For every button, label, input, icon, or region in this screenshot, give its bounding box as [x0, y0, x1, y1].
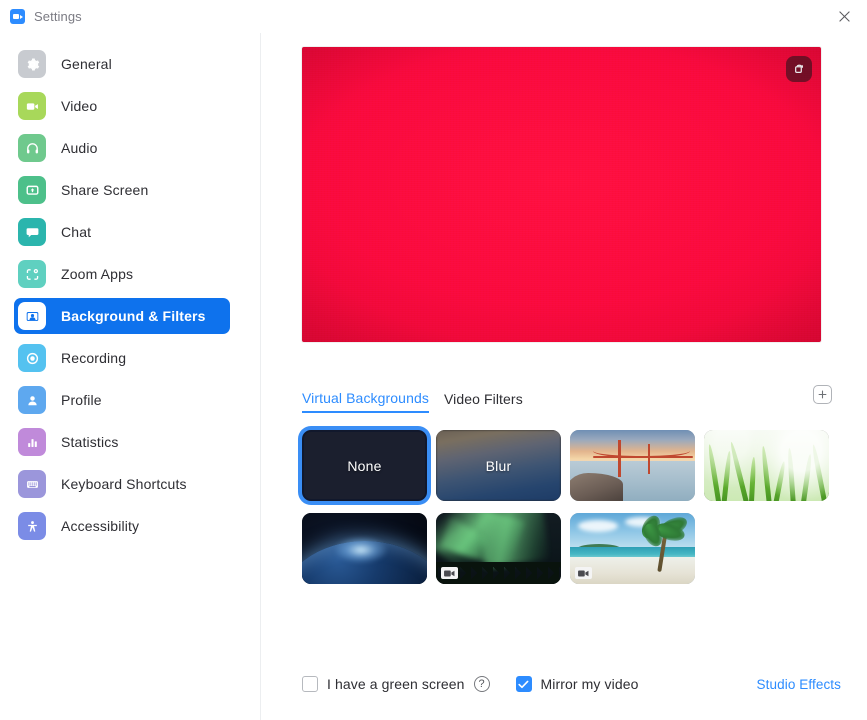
- mirror-video-option[interactable]: Mirror my video: [515, 676, 639, 692]
- preview-vignette: [302, 47, 821, 342]
- background-tabs: Virtual Backgrounds Video Filters: [302, 385, 832, 413]
- thumbnail-tile: [436, 513, 561, 584]
- video-camera-icon: [444, 569, 455, 577]
- mirror-video-label: Mirror my video: [540, 676, 639, 692]
- green-screen-checkbox[interactable]: [302, 676, 318, 692]
- sidebar-item-recording[interactable]: Recording: [14, 340, 230, 376]
- gear-icon: [18, 50, 46, 78]
- video-background-badge: [441, 567, 458, 579]
- tab-virtual-backgrounds[interactable]: Virtual Backgrounds: [302, 390, 429, 413]
- zoom-camera-icon: [10, 9, 25, 24]
- flip-rotate-icon: [795, 64, 804, 73]
- sidebar-item-label: Audio: [61, 140, 98, 156]
- sidebar-item-accessibility[interactable]: Accessibility: [14, 508, 230, 544]
- sidebar-item-video[interactable]: Video: [14, 88, 230, 124]
- video-preview: [302, 47, 821, 342]
- bar-chart-icon: [18, 428, 46, 456]
- add-background-button[interactable]: [813, 385, 832, 404]
- checkmark-icon: [518, 680, 529, 688]
- thumbnail-art-grass: [704, 430, 829, 501]
- sidebar-item-label: Zoom Apps: [61, 266, 134, 282]
- green-screen-label: I have a green screen: [327, 676, 465, 692]
- sidebar-item-label: General: [61, 56, 112, 72]
- zoom-apps-icon: [18, 260, 46, 288]
- thumbnail-art-bridge: [570, 430, 695, 501]
- sidebar-item-label: Recording: [61, 350, 127, 366]
- sidebar-item-zoom-apps[interactable]: Zoom Apps: [14, 256, 230, 292]
- tab-video-filters[interactable]: Video Filters: [444, 391, 523, 412]
- flip-rotate-button[interactable]: [786, 56, 812, 82]
- sidebar-item-profile[interactable]: Profile: [14, 382, 230, 418]
- background-thumbnail-none[interactable]: None: [298, 426, 431, 505]
- sidebar-item-label: Background & Filters: [61, 308, 206, 324]
- sidebar-item-general[interactable]: General: [14, 46, 230, 82]
- background-filters-panel: Virtual Backgrounds Video Filters None B…: [261, 33, 867, 720]
- sidebar-item-chat[interactable]: Chat: [14, 214, 230, 250]
- sidebar-item-keyboard-shortcuts[interactable]: Keyboard Shortcuts: [14, 466, 230, 502]
- window-titlebar: Settings: [0, 0, 867, 33]
- sidebar-item-label: Accessibility: [61, 518, 140, 534]
- sidebar-item-label: Statistics: [61, 434, 119, 450]
- thumbnail-tile: [570, 513, 695, 584]
- thumbnail-tile: [704, 430, 829, 501]
- background-thumbnail-aurora[interactable]: [432, 509, 565, 588]
- settings-body: General Video Audio Share Screen Chat Zo…: [0, 33, 867, 720]
- sidebar-item-background-and-filters[interactable]: Background & Filters: [14, 298, 230, 334]
- sidebar-item-label: Profile: [61, 392, 102, 408]
- question-mark-icon[interactable]: ?: [473, 676, 490, 692]
- background-thumbnail-grid: None Blur: [298, 426, 836, 588]
- background-options-bar: I have a green screen ? Mirror my video …: [302, 676, 841, 692]
- accessibility-icon: [18, 512, 46, 540]
- share-screen-icon: [18, 176, 46, 204]
- sidebar-item-share-screen[interactable]: Share Screen: [14, 172, 230, 208]
- headphones-icon: [18, 134, 46, 162]
- sidebar-item-audio[interactable]: Audio: [14, 130, 230, 166]
- thumbnail-tile: Blur: [436, 430, 561, 501]
- thumbnail-tile: [302, 513, 427, 584]
- window-title: Settings: [34, 9, 82, 24]
- thumbnail-tile: None: [302, 430, 427, 501]
- keyboard-icon: [18, 470, 46, 498]
- close-x-icon: [838, 11, 850, 22]
- background-thumbnail-golden-gate-bridge[interactable]: [566, 426, 699, 505]
- mirror-video-checkbox[interactable]: [515, 676, 532, 692]
- background-user-icon: [18, 302, 46, 330]
- sidebar-item-label: Chat: [61, 224, 92, 240]
- chat-bubble-icon: [18, 218, 46, 246]
- video-camera-icon: [18, 92, 46, 120]
- background-thumbnail-earth-from-space[interactable]: [298, 509, 431, 588]
- settings-sidebar: General Video Audio Share Screen Chat Zo…: [0, 33, 261, 720]
- person-icon: [18, 386, 46, 414]
- thumbnail-label: None: [347, 457, 382, 474]
- thumbnail-label: Blur: [485, 457, 512, 474]
- plus-icon: [818, 390, 827, 399]
- sidebar-item-label: Keyboard Shortcuts: [61, 476, 187, 492]
- thumbnail-tile: [570, 430, 695, 501]
- thumbnail-art-earth: [302, 513, 427, 584]
- sidebar-item-statistics[interactable]: Statistics: [14, 424, 230, 460]
- sidebar-item-label: Video: [61, 98, 98, 114]
- studio-effects-link[interactable]: Studio Effects: [757, 677, 841, 692]
- close-window-button[interactable]: [821, 0, 867, 33]
- background-thumbnail-grass[interactable]: [700, 426, 833, 505]
- record-circle-icon: [18, 344, 46, 372]
- background-thumbnail-beach[interactable]: [566, 509, 699, 588]
- video-camera-icon: [578, 569, 589, 577]
- green-screen-option[interactable]: I have a green screen: [302, 676, 465, 692]
- background-thumbnail-blur[interactable]: Blur: [432, 426, 565, 505]
- sidebar-item-label: Share Screen: [61, 182, 149, 198]
- video-background-badge: [575, 567, 592, 579]
